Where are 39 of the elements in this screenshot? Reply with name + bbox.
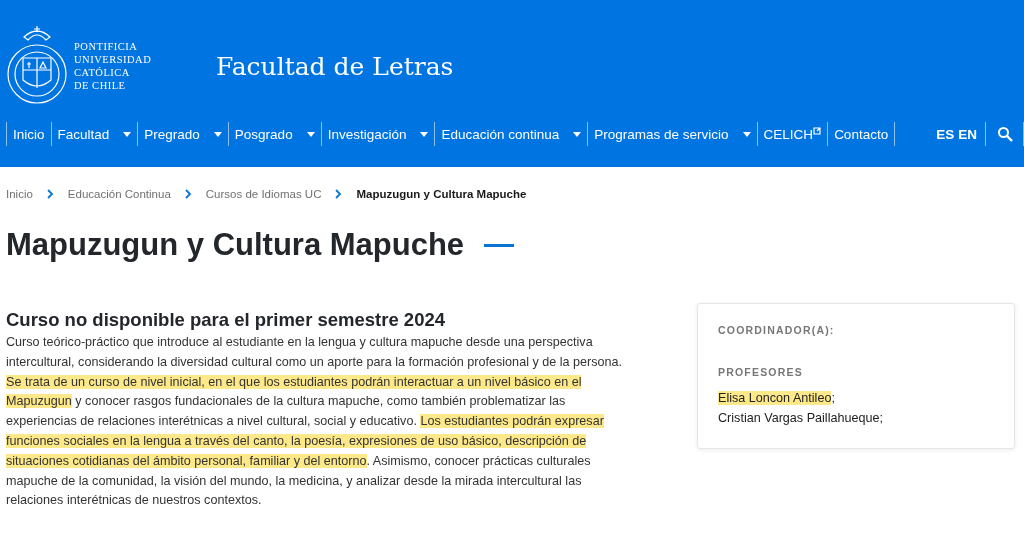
caret-icon [213,131,222,137]
nav-item[interactable]: Contacto [827,122,895,146]
breadcrumb-link[interactable]: Inicio [6,188,33,200]
coordinator-label: COORDINADOR(A): [718,324,836,336]
site-title: Facultad de Letras [216,51,454,81]
caret-icon [306,131,315,137]
page-title: Mapuzugun y Cultura Mapuche [6,227,465,263]
caret-icon [573,131,582,137]
chevron-icon [46,189,54,199]
breadcrumb-link[interactable]: Educación Continua [67,188,171,200]
nav-item[interactable]: Facultad [50,122,138,146]
caret-icon [742,131,751,137]
logo-text: UNIVERSIDAD [74,53,152,66]
nav-item[interactable]: Pregrado [137,122,228,146]
section-heading: Curso no disponible para el primer semestre 2024 [6,309,447,331]
nav-item[interactable]: Programas de servicio [587,122,757,146]
chevron-icon [184,189,192,199]
language-link[interactable]: ES [936,126,955,142]
nav-item[interactable]: CELICH [756,122,828,146]
nav-item[interactable]: Inicio [6,122,51,146]
breadcrumb-link[interactable]: Cursos de Idiomas UC [205,188,322,200]
title-dash [484,243,515,247]
nav-item[interactable]: Educación continua [434,122,588,146]
caret-icon [420,131,429,137]
course-description: Curso teórico-práctico que introduce al estudiante en la lengua y cultura mapuche desde una perspectiva intercultural, considerando la diversidad cultural como un aporte para la formación profesional y de la persona. Se trata de un curso de nivel inicial, en el que los estudiantes podrán interactuar a un nivel básico en el Mapuzugun y conocer rasgos fundacionales de la cultura mapuche, como también problematizar las experiencias de relaciones interétnicas a nivel cultural, social y educativo. Los estudiantes podrán expresar funciones sociales en la lengua a través del canto, la poesía, expresiones de uso básico, descripción de situaciones cotidianas del ámbito personal, familiar y del entorno. Asimismo, conocer prácticas culturales mapuche de la comunidad, la visión del mundo, la medicina, y analizar desde la mirada intercultural las relaciones interétnicas de nuestros contextos. [6,334,624,510]
external-link-icon [813,127,822,135]
language-link[interactable]: EN [958,126,977,142]
caret-icon [123,131,132,137]
professor-name: Cristian Vargas Paillahueque; [718,410,884,427]
nav-item[interactable]: Investigación [320,122,435,146]
logo-text: DE CHILE [74,79,127,92]
search-icon [996,126,1013,142]
breadcrumb-link[interactable]: Mapuzugun y Cultura Mapuche [356,188,527,200]
professor-name: Elisa Loncon Antileo; [718,390,836,407]
professors-label: PROFESORES [718,366,804,378]
nav-item[interactable]: Posgrado [227,122,321,146]
logo-text: CATÓLICA [74,66,131,79]
chevron-icon [335,189,343,199]
logo-text: PONTIFICIA [74,40,139,53]
